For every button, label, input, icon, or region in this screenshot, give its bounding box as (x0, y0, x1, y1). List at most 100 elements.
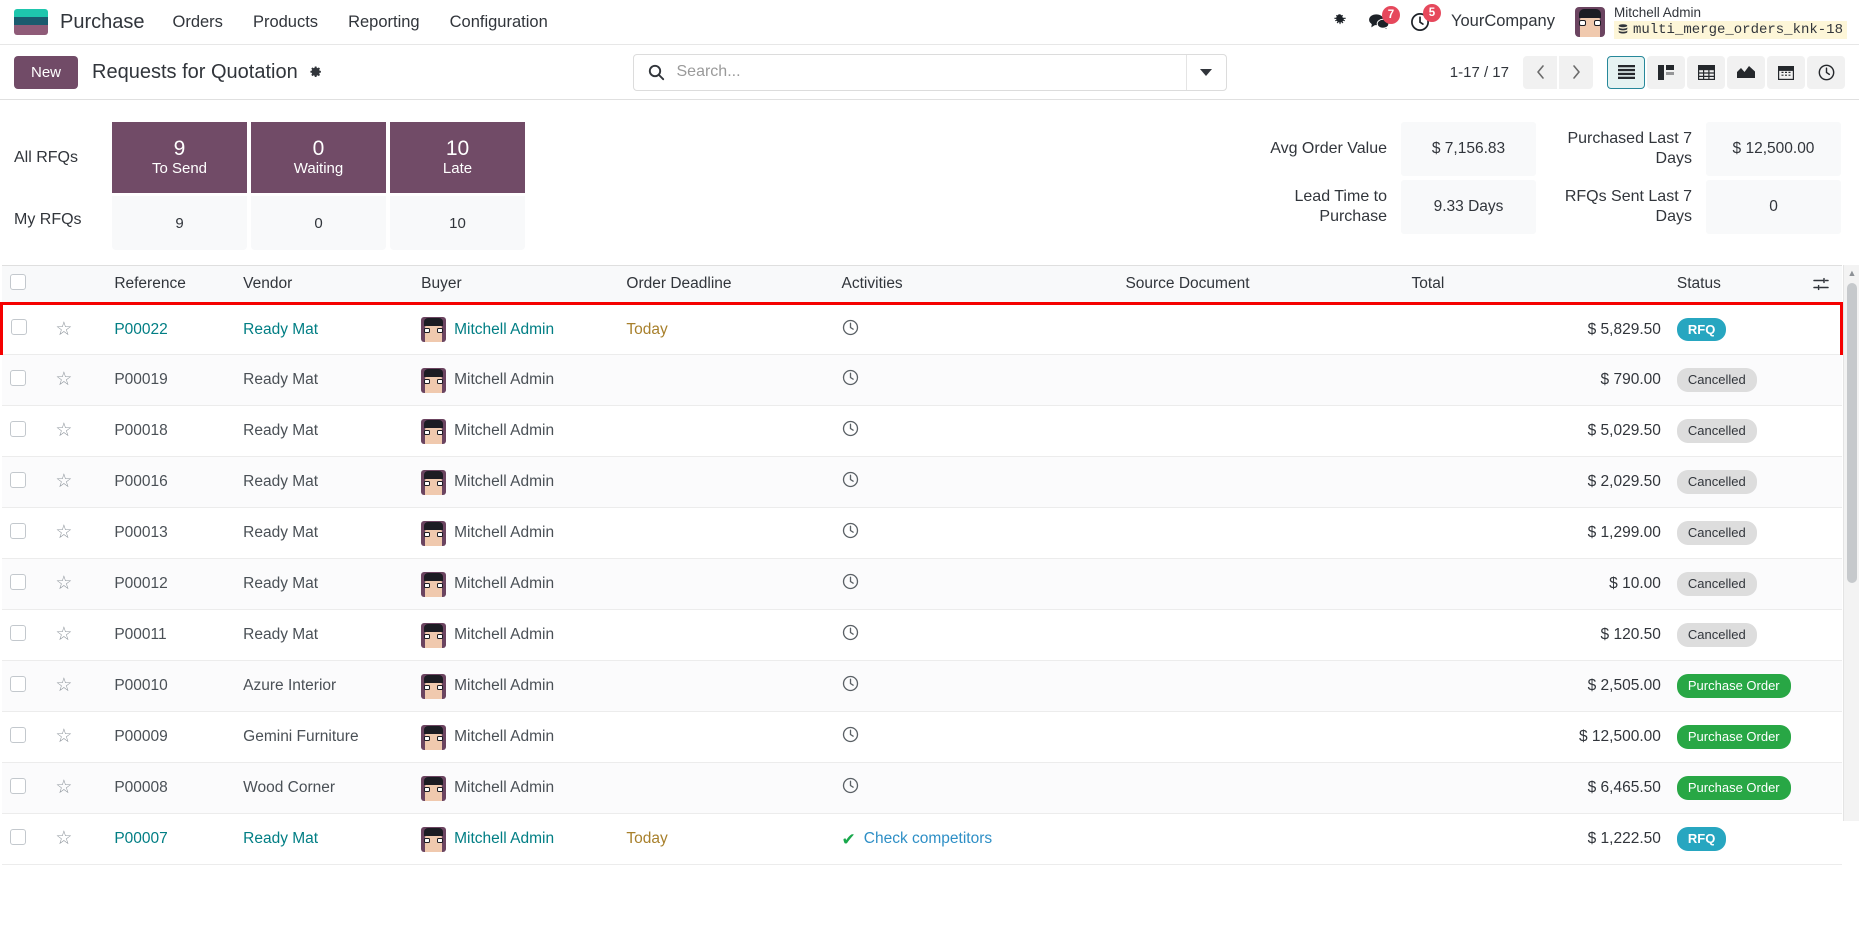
pivot-table-icon[interactable] (1687, 55, 1725, 89)
cell-reference[interactable]: P00010 (106, 660, 236, 712)
cell-total[interactable]: $ 790.00 (1403, 354, 1669, 406)
cell-order-deadline[interactable] (618, 660, 834, 712)
table-row[interactable]: ☆ P00022 Ready Mat Mitchell Admin Today $ 5,8… (0, 302, 1843, 355)
cell-vendor[interactable]: Ready Mat (235, 302, 414, 355)
star-icon[interactable]: ☆ (55, 778, 72, 797)
star-icon[interactable]: ☆ (55, 676, 72, 695)
column-header-source-document[interactable]: Source Document (1117, 265, 1404, 304)
clock-icon[interactable] (842, 471, 859, 488)
table-row[interactable]: ☆ P00013 Ready Mat Mitchell Admin $ 1,299.00… (1, 507, 1842, 559)
star-icon[interactable]: ☆ (55, 472, 72, 491)
bug-icon[interactable] (1331, 13, 1348, 30)
cell-vendor[interactable]: Ready Mat (235, 354, 414, 406)
column-options-icon[interactable] (1808, 276, 1834, 292)
cell-order-deadline[interactable] (618, 354, 834, 406)
clock-icon[interactable] (842, 420, 859, 437)
column-header-activities[interactable]: Activities (833, 265, 1118, 304)
cell-source-document[interactable] (1117, 660, 1404, 712)
row-checkbox[interactable] (9, 828, 26, 845)
star-icon[interactable]: ☆ (55, 574, 72, 593)
cell-activities[interactable] (833, 405, 1118, 457)
cell-source-document[interactable] (1117, 405, 1404, 457)
clock-icon[interactable] (842, 726, 859, 743)
cell-reference[interactable]: P00013 (106, 507, 236, 559)
cell-source-document[interactable] (1117, 558, 1404, 610)
activities-clock-icon[interactable]: 5 (1410, 4, 1441, 32)
cell-reference[interactable]: P00018 (106, 405, 236, 457)
cell-source-document[interactable] (1117, 711, 1404, 763)
clock-icon[interactable] (1807, 55, 1845, 89)
clock-icon[interactable] (842, 624, 859, 641)
gear-icon[interactable] (307, 64, 323, 80)
cell-status[interactable]: Cancelled (1668, 558, 1800, 610)
status-badge[interactable]: Cancelled (1676, 572, 1757, 596)
new-button[interactable]: New (14, 55, 79, 89)
cell-total[interactable]: $ 5,829.50 (1403, 302, 1669, 355)
table-row[interactable]: ☆ P00016 Ready Mat Mitchell Admin $ 2,029.50… (1, 456, 1842, 508)
cell-reference[interactable]: P00012 (106, 558, 236, 610)
area-chart-icon[interactable] (1727, 55, 1765, 89)
cell-order-deadline[interactable] (618, 762, 834, 814)
cell-order-deadline[interactable] (618, 609, 834, 661)
search-input[interactable] (674, 54, 1186, 90)
company-switcher[interactable]: YourCompany (1451, 12, 1555, 31)
cell-source-document[interactable] (1117, 354, 1404, 406)
star-icon[interactable]: ☆ (55, 421, 72, 440)
cell-total[interactable]: $ 1,299.00 (1403, 507, 1669, 559)
select-all-checkbox[interactable] (9, 273, 26, 290)
cell-vendor[interactable]: Ready Mat (235, 813, 414, 865)
column-header-reference[interactable]: Reference (106, 265, 236, 304)
list-icon[interactable] (1607, 55, 1645, 89)
clock-icon[interactable] (842, 319, 859, 336)
table-row[interactable]: ☆ P00019 Ready Mat Mitchell Admin $ 790.00 Ca… (1, 354, 1842, 406)
table-row[interactable]: ☆ P00007 Ready Mat Mitchell Admin Today ✔ Chec… (1, 813, 1842, 865)
clock-icon[interactable] (842, 369, 859, 386)
cell-buyer[interactable]: Mitchell Admin (413, 405, 619, 457)
cell-activities[interactable]: ✔ Check competitors (833, 813, 1118, 865)
cell-total[interactable]: $ 5,029.50 (1403, 405, 1669, 457)
status-badge[interactable]: Cancelled (1676, 470, 1757, 494)
column-header-total[interactable]: Total (1403, 265, 1669, 304)
star-icon[interactable]: ☆ (55, 829, 72, 848)
cell-reference[interactable]: P00022 (106, 302, 236, 355)
metric-value-avg-order-value[interactable]: $ 7,156.83 (1401, 122, 1536, 176)
cell-status[interactable]: Cancelled (1668, 405, 1800, 457)
column-header-buyer[interactable]: Buyer (413, 265, 619, 304)
status-badge[interactable]: Cancelled (1676, 419, 1757, 443)
menu-item-orders[interactable]: Orders (171, 9, 225, 36)
cell-activities[interactable] (833, 558, 1118, 610)
cell-activities[interactable] (833, 660, 1118, 712)
menu-item-products[interactable]: Products (251, 9, 320, 36)
table-row[interactable]: ☆ P00008 Wood Corner Mitchell Admin $ 6,465.… (1, 762, 1842, 814)
status-badge[interactable]: Cancelled (1676, 623, 1757, 647)
cell-source-document[interactable] (1117, 507, 1404, 559)
metric-value-purchased-last-7-days[interactable]: $ 12,500.00 (1706, 122, 1841, 176)
cell-vendor[interactable]: Wood Corner (235, 762, 414, 814)
status-badge[interactable]: RFQ (1676, 317, 1727, 342)
column-header-vendor[interactable]: Vendor (235, 265, 414, 304)
cell-activities[interactable] (833, 762, 1118, 814)
row-checkbox[interactable] (9, 624, 26, 641)
cell-total[interactable]: $ 1,222.50 (1403, 813, 1669, 865)
cell-status[interactable]: Cancelled (1668, 456, 1800, 508)
cell-buyer[interactable]: Mitchell Admin (413, 302, 619, 355)
activity-label[interactable]: Check competitors (864, 830, 992, 848)
column-header-order-deadline[interactable]: Order Deadline (618, 265, 834, 304)
cell-status[interactable]: Purchase Order (1668, 711, 1800, 763)
cell-status[interactable]: Cancelled (1668, 609, 1800, 661)
cell-buyer[interactable]: Mitchell Admin (413, 507, 619, 559)
kpi-mine-waiting[interactable]: 0 (251, 196, 386, 250)
cell-total[interactable]: $ 6,465.50 (1403, 762, 1669, 814)
cell-source-document[interactable] (1117, 302, 1404, 355)
cell-reference[interactable]: P00016 (106, 456, 236, 508)
cell-source-document[interactable] (1117, 813, 1404, 865)
cell-status[interactable]: RFQ (1668, 813, 1800, 865)
cell-buyer[interactable]: Mitchell Admin (413, 609, 619, 661)
cell-status[interactable]: Purchase Order (1668, 762, 1800, 814)
table-row[interactable]: ☆ P00010 Azure Interior Mitchell Admin $ 2,5… (1, 660, 1842, 712)
kpi-all-to-send[interactable]: 9 To Send (112, 122, 247, 193)
kpi-mine-late[interactable]: 10 (390, 196, 525, 250)
status-badge[interactable]: Cancelled (1676, 368, 1757, 392)
row-checkbox[interactable] (9, 777, 26, 794)
cell-status[interactable]: Cancelled (1668, 354, 1800, 406)
